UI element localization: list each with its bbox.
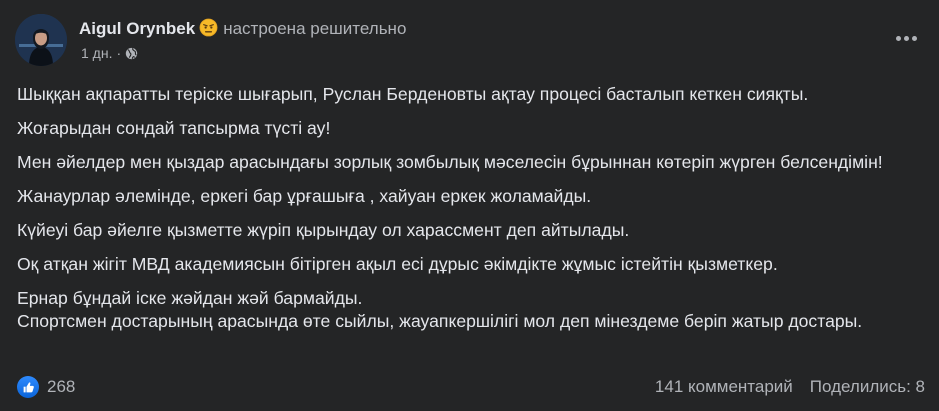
feeling-text: настроена решительно [223,19,407,38]
reactions-count: 268 [47,377,76,396]
post-timestamp[interactable]: 1 дн. [81,45,112,61]
post-paragraph: Жоғарыдан сондай тапсырма түсті ау! [17,118,331,138]
post-paragraph: Мен әйелдер мен қыздар арасындағы зорлық… [17,152,883,172]
post-paragraph: Ернар бұндай іске жәйдан жәй бармайды. [17,288,363,308]
post-header: Aigul Orynbek настроена решительно 1 дн.… [15,12,924,68]
more-options-button[interactable] [892,28,920,48]
meta-separator: · [116,45,122,61]
more-dot-icon [903,35,909,41]
post-text: Шыққан ақпаратты теріске шығарып, Руслан… [17,83,932,333]
post-paragraph: Шыққан ақпаратты теріске шығарып, Руслан… [17,84,809,104]
post-paragraph: Күйеуі бар әйелге қызметте жүріп қырында… [17,220,630,240]
like-icon [17,376,39,398]
post-meta: 1 дн. · [81,44,138,62]
post-footer: 268 141 комментарий Поделились: 8 [17,376,925,400]
post-paragraph: Оқ атқан жігіт МВД академиясын бітірген … [17,254,778,274]
reactions-summary[interactable]: 268 [17,376,75,398]
avatar[interactable] [15,14,67,66]
comments-count-link[interactable]: 141 комментарий [655,377,793,396]
determined-face-emoji-icon [199,18,218,37]
globe-icon[interactable] [125,46,138,60]
post-paragraph: Спортсмен достарының арасында өте сыйлы,… [17,311,863,331]
more-dot-icon [911,35,917,41]
shares-count-link[interactable]: Поделились: 8 [810,377,925,396]
post-stats: 141 комментарий Поделились: 8 [655,377,925,397]
author-name[interactable]: Aigul Orynbek [79,19,195,38]
more-dot-icon [895,35,901,41]
facebook-post: Aigul Orynbek настроена решительно 1 дн.… [0,0,939,411]
post-paragraph: Жанаурлар әлемінде, еркегі бар ұрғашыға … [17,186,592,206]
author-line: Aigul Orynbek настроена решительно [79,18,406,40]
avatar-photo [15,14,67,66]
